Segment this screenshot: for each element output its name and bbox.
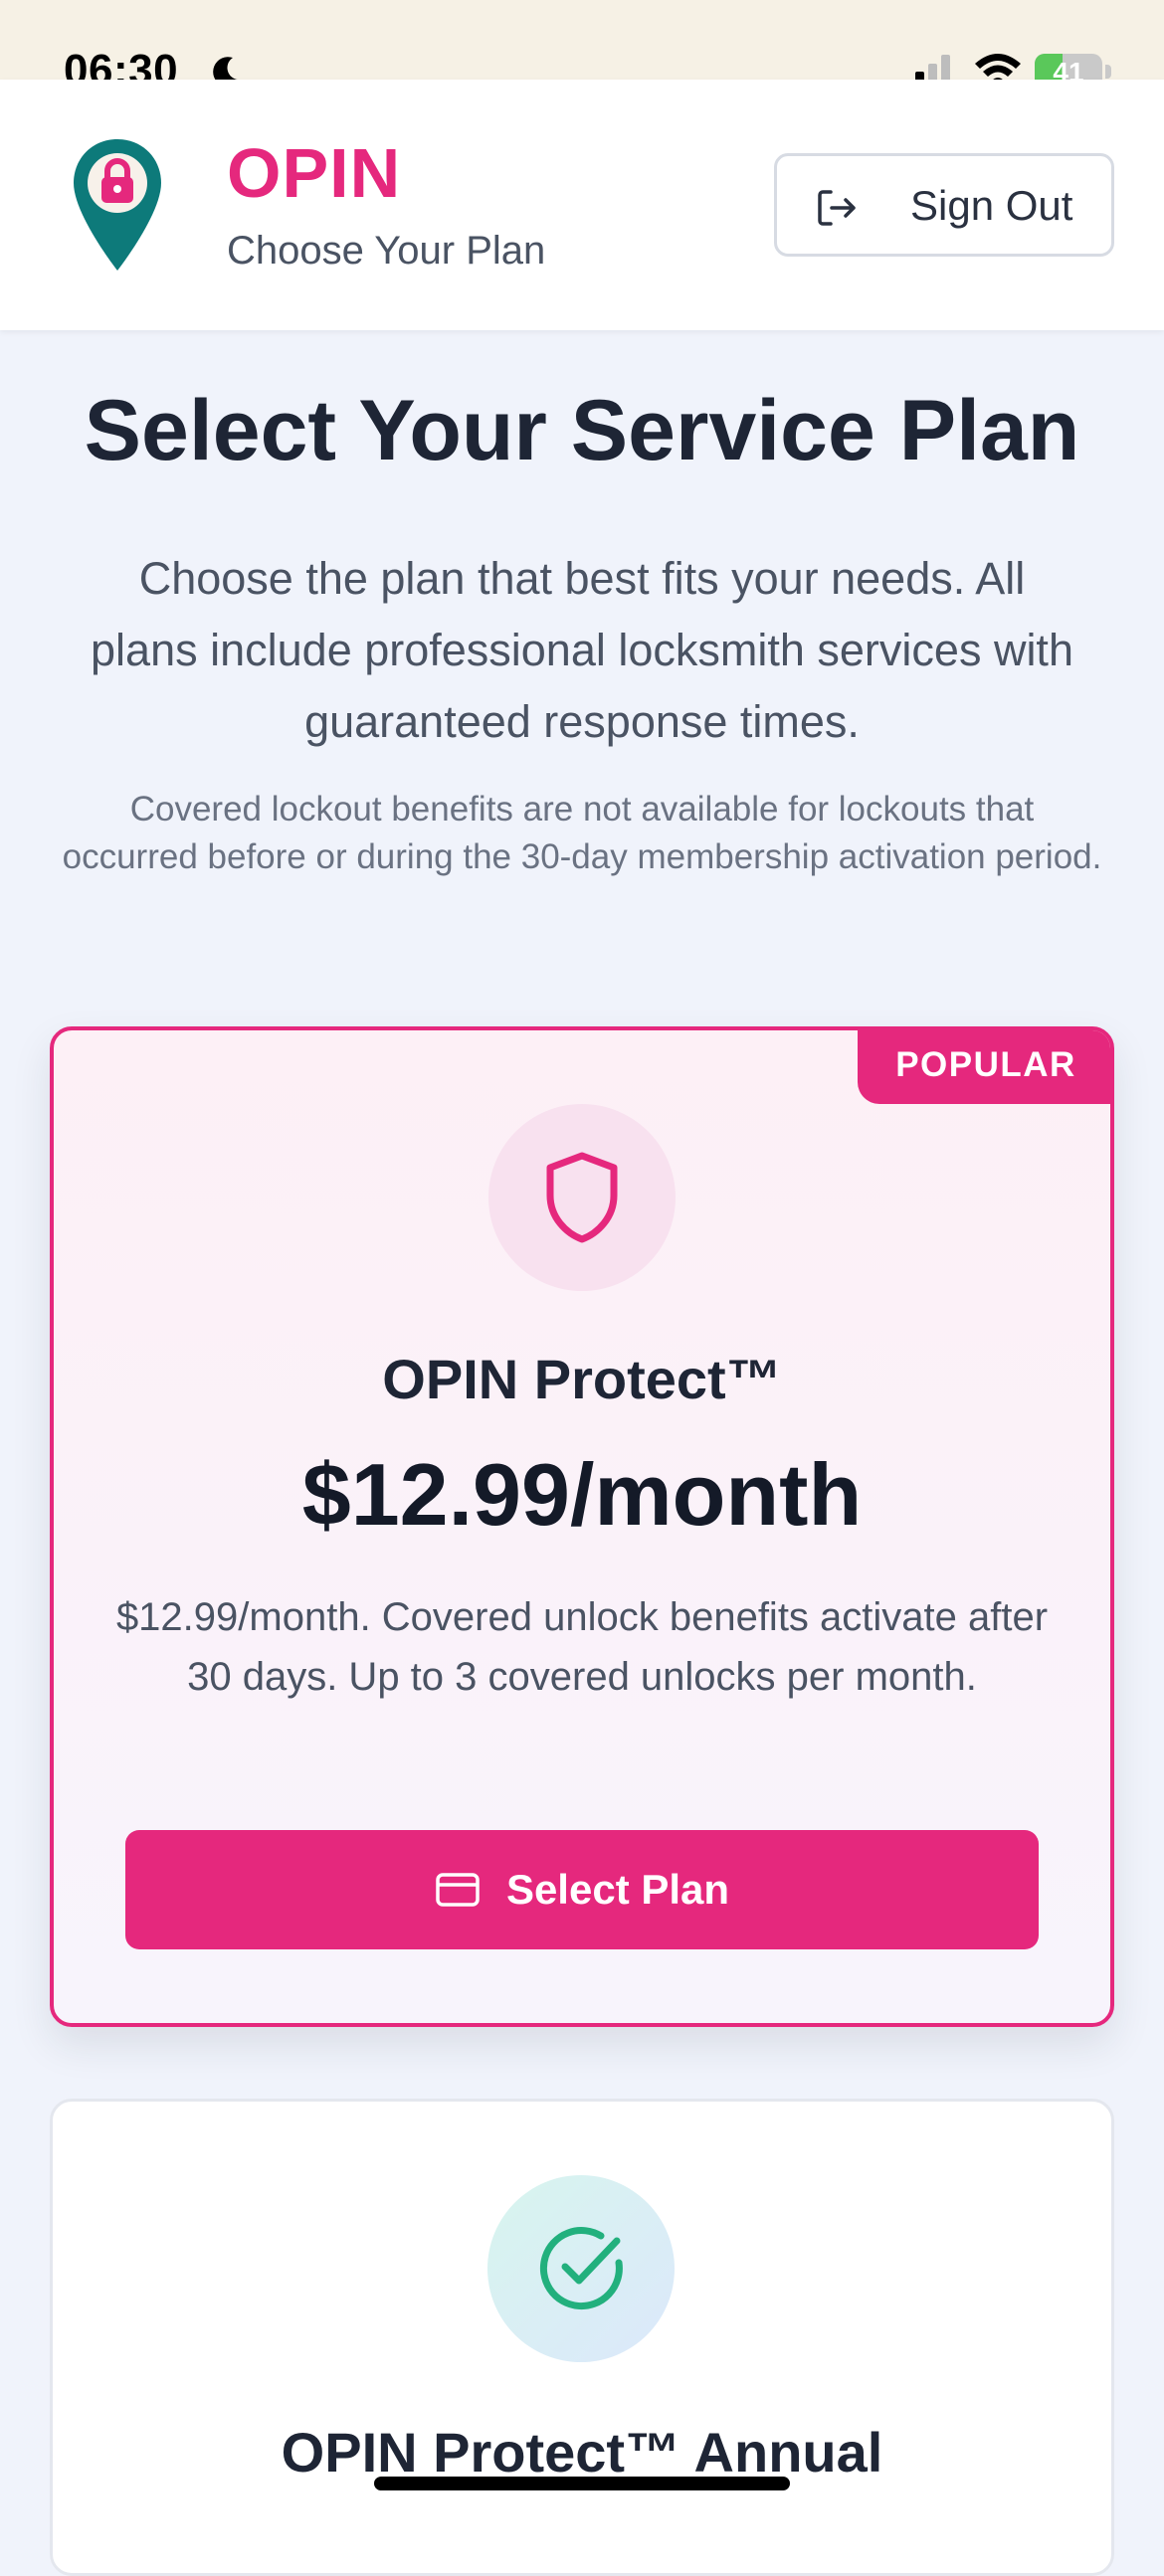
home-indicator[interactable] <box>374 2477 790 2490</box>
sign-out-icon <box>818 190 856 226</box>
opin-logo-pin-lock-icon <box>74 139 161 271</box>
plan-icon-container <box>488 1104 676 1291</box>
page-title: Select Your Service Plan <box>84 383 1080 478</box>
plan-card-monthly: POPULAR OPIN Protect™ $12.99/month $12.9… <box>50 1026 1114 2027</box>
plan-card-annual: OPIN Protect™ Annual <box>50 2099 1114 2576</box>
plan-price: $12.99/month <box>301 1445 863 1544</box>
shield-icon <box>546 1152 618 1243</box>
status-bar: 06:30 41 <box>0 0 1164 94</box>
activation-note: Covered lockout benefits are not availab… <box>62 790 1102 876</box>
plan-name: OPIN Protect™ <box>382 1348 782 1410</box>
page-description: Choose the plan that best fits your need… <box>91 553 1073 747</box>
select-plan-button[interactable]: Select Plan <box>125 1830 1039 1949</box>
sign-out-label: Sign Out <box>910 182 1073 229</box>
select-plan-label: Select Plan <box>505 1866 730 1913</box>
plan-name: OPIN Protect™ Annual <box>281 2421 883 2484</box>
popular-badge: POPULAR <box>858 1030 1110 1104</box>
credit-card-icon <box>436 1873 480 1907</box>
sign-out-button[interactable]: Sign Out <box>774 153 1114 257</box>
plan-description: $12.99/month. Covered unlock benefits ac… <box>115 1595 1049 1699</box>
header-subtitle: Choose Your Plan <box>227 229 546 273</box>
app-header: OPIN Choose Your Plan Sign Out <box>0 80 1164 330</box>
brand-name: OPIN <box>227 134 402 212</box>
check-circle-icon <box>539 2227 623 2310</box>
plan-icon-container <box>487 2175 675 2362</box>
